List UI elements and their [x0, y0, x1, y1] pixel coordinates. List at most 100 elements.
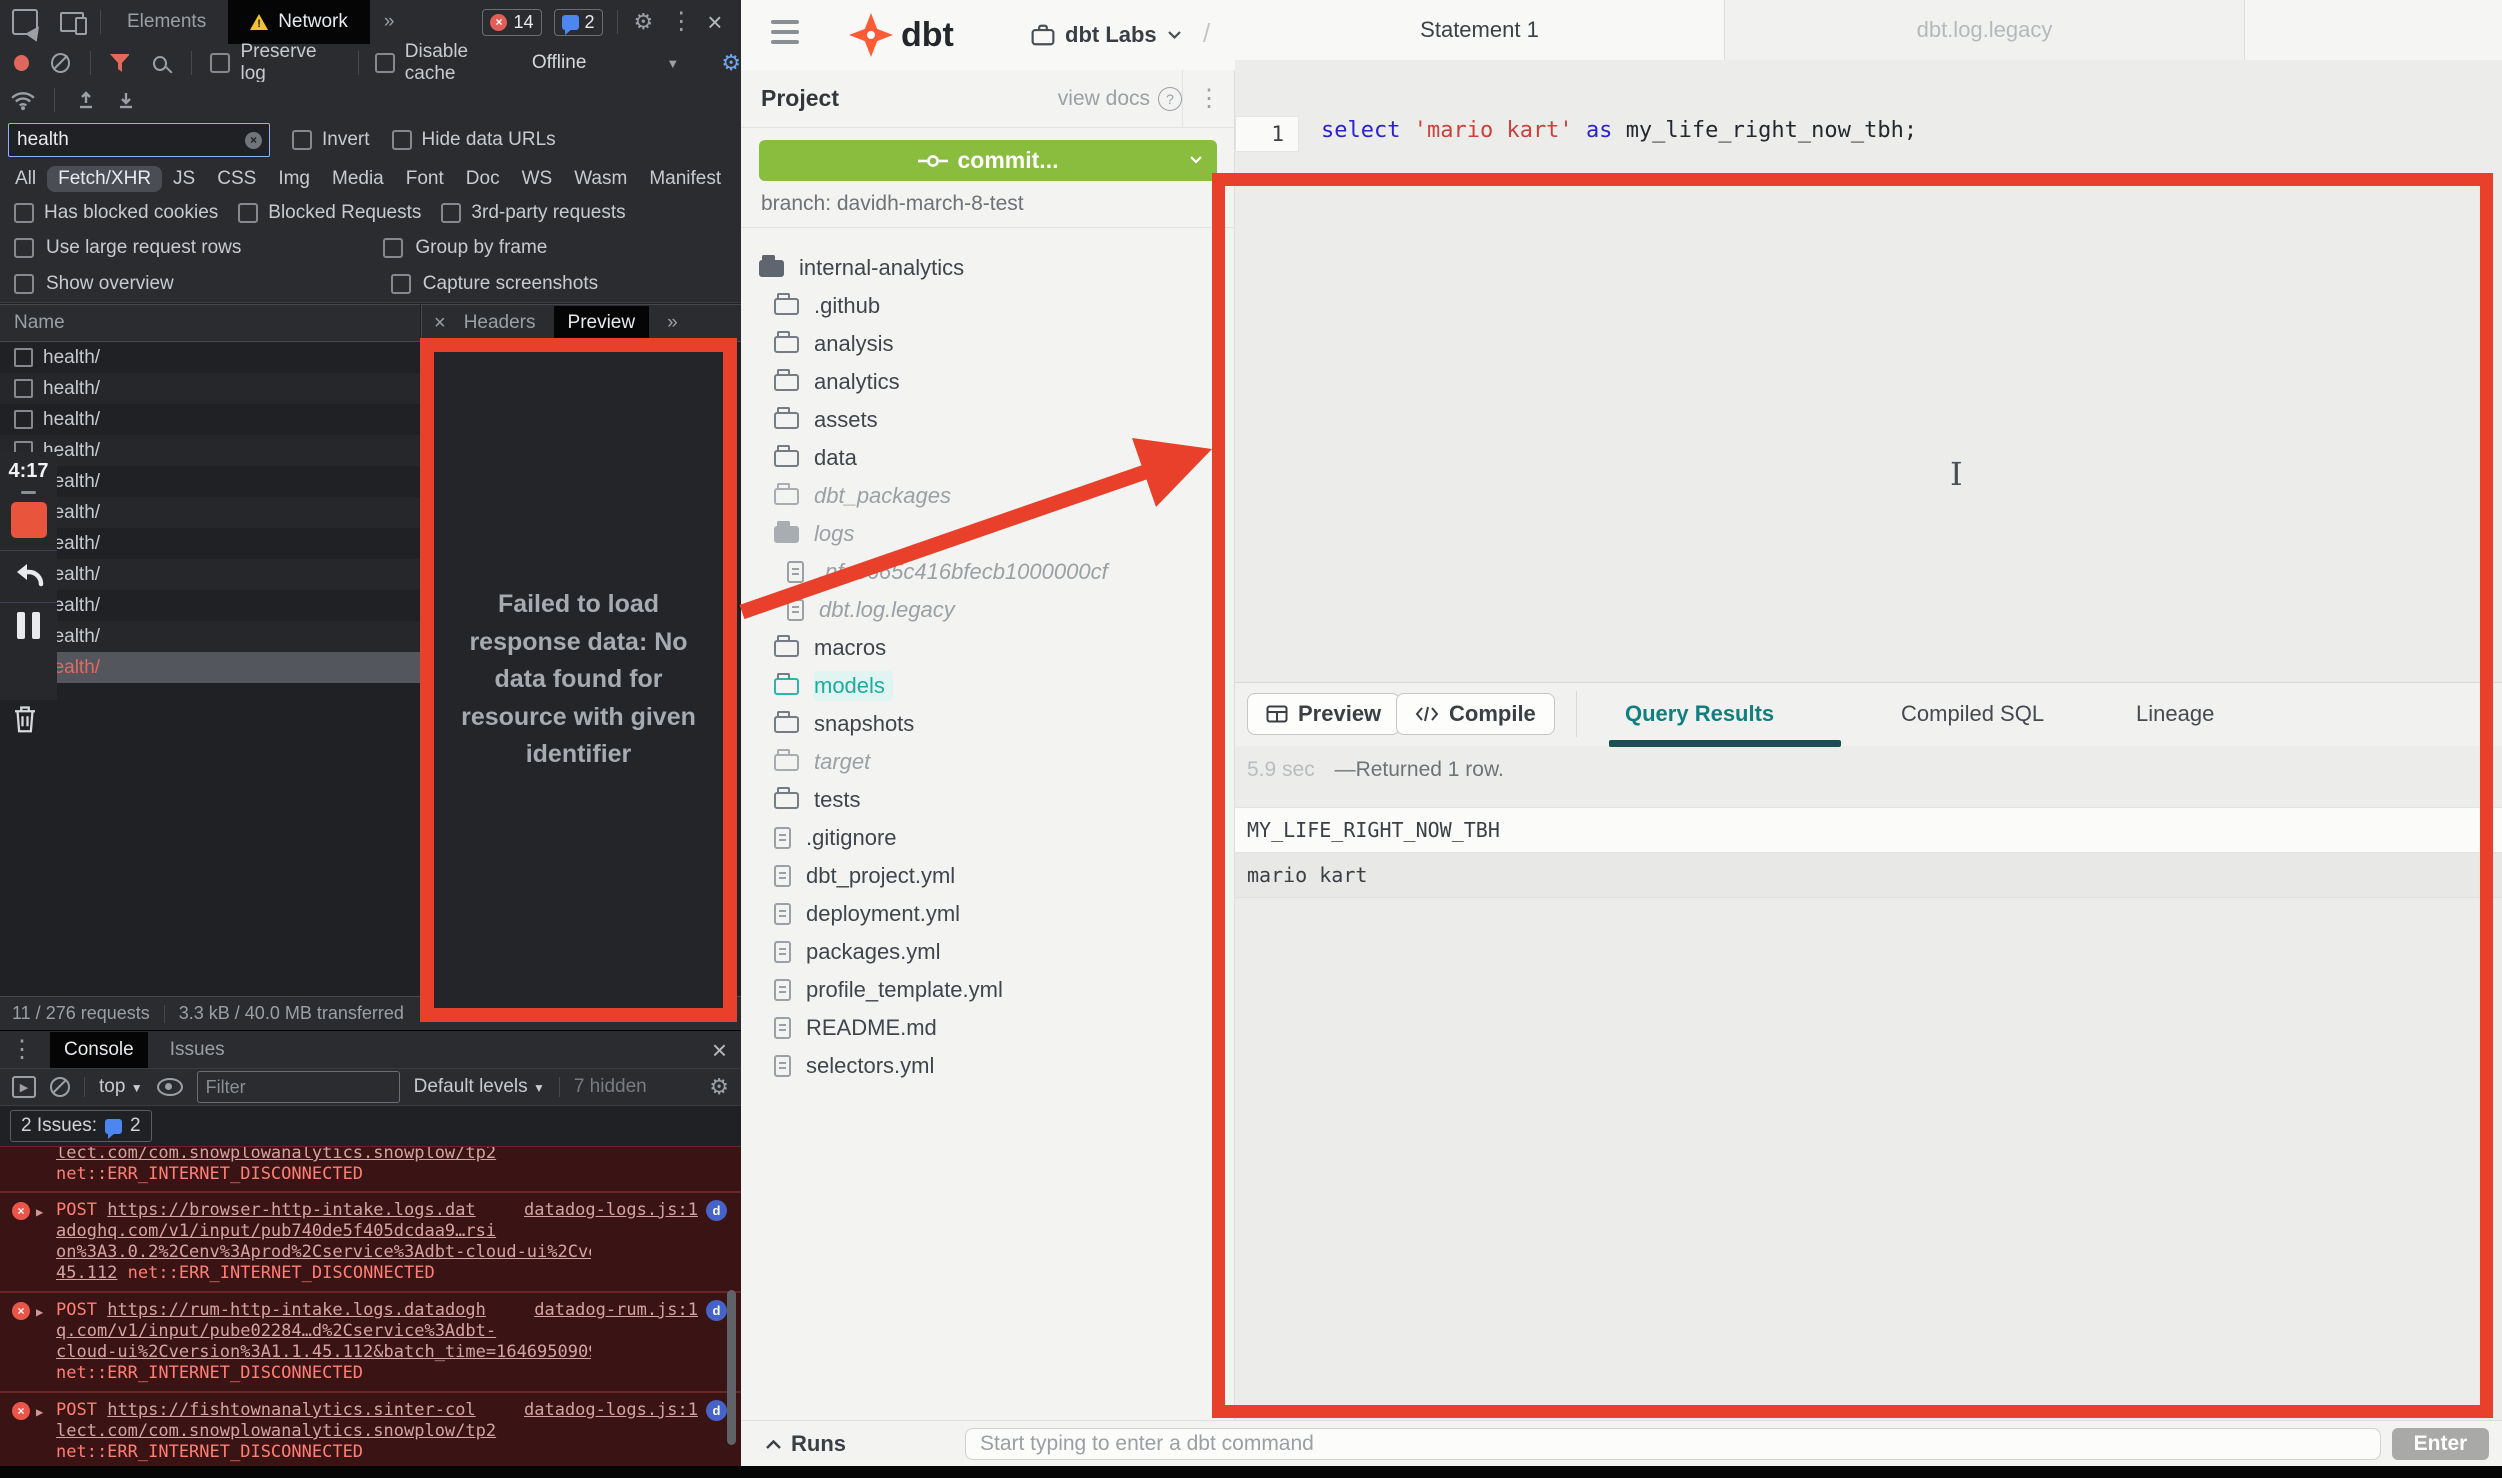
throttling-select[interactable]: Offline: [532, 52, 587, 74]
enter-button[interactable]: Enter: [2392, 1428, 2489, 1460]
restart-recording-icon[interactable]: [11, 551, 47, 602]
issues-chip[interactable]: 2 Issues: 2: [10, 1110, 152, 1142]
clear-filter-icon[interactable]: ×: [245, 132, 262, 149]
large-rows-checkbox[interactable]: [14, 238, 34, 258]
network-conditions-gear-icon[interactable]: ⚙: [721, 52, 741, 74]
tree-item-file[interactable]: deployment.yml: [741, 895, 1235, 933]
console-error-message[interactable]: lect.com/com.snowplowanalytics.snowplow/…: [0, 1146, 741, 1192]
tree-item-file[interactable]: packages.yml: [741, 933, 1235, 971]
delete-recording-icon[interactable]: [12, 705, 38, 740]
tab-issues[interactable]: Issues: [156, 1032, 239, 1068]
issues-count-badge[interactable]: 2: [554, 9, 603, 36]
stop-recording-button[interactable]: [11, 502, 47, 538]
close-devtools-icon[interactable]: ×: [707, 9, 722, 35]
requests-name-header[interactable]: Name: [0, 304, 420, 342]
console-error-message[interactable]: × ▶ POST https://rum-http-intake.logs.da…: [0, 1292, 741, 1392]
console-error-message[interactable]: × ▶ POST https://browser-http-intake.log…: [0, 1192, 741, 1292]
console-filter-input[interactable]: [197, 1071, 400, 1103]
tree-item-folder[interactable]: assets: [741, 401, 1235, 439]
clear-console-icon[interactable]: [50, 1077, 70, 1097]
import-har-icon[interactable]: [77, 89, 95, 111]
account-switcher[interactable]: dbt Labs: [1031, 22, 1182, 48]
tree-item-folder[interactable]: logs: [741, 515, 1235, 553]
request-row-selected[interactable]: health/: [0, 652, 420, 683]
filter-funnel-icon[interactable]: [109, 53, 129, 73]
tab-statement-1[interactable]: Statement 1: [1235, 0, 1725, 60]
network-filter-input[interactable]: [8, 123, 270, 157]
type-filter-wasm[interactable]: Wasm: [563, 166, 638, 192]
view-docs-link[interactable]: view docs ?: [1058, 87, 1182, 111]
search-icon[interactable]: [153, 56, 167, 71]
expand-caret-icon[interactable]: ▶: [36, 1302, 43, 1323]
tree-item-folder[interactable]: snapshots: [741, 705, 1235, 743]
blocked-cookies-checkbox[interactable]: [14, 203, 34, 223]
close-detail-icon[interactable]: ×: [434, 312, 446, 335]
type-filter-doc[interactable]: Doc: [455, 166, 511, 192]
commit-button[interactable]: commit...: [759, 140, 1217, 181]
request-row[interactable]: health/: [0, 621, 420, 652]
type-filter-img[interactable]: Img: [267, 166, 321, 192]
tab-elements[interactable]: Elements: [127, 11, 206, 33]
request-row[interactable]: health/: [0, 435, 420, 466]
preserve-log-checkbox[interactable]: [210, 53, 230, 73]
request-row[interactable]: health/: [0, 466, 420, 497]
console-error-message[interactable]: × ▶ POST https://fishtownanalytics.sinte…: [0, 1392, 741, 1471]
type-filter-font[interactable]: Font: [395, 166, 455, 192]
tree-item-folder[interactable]: target: [741, 743, 1235, 781]
console-sidebar-icon[interactable]: ▶: [12, 1076, 36, 1098]
kebab-menu-icon[interactable]: ⋮: [669, 10, 693, 34]
request-row[interactable]: health/: [0, 342, 420, 373]
tab-preview[interactable]: Preview: [554, 306, 650, 340]
tree-item-folder[interactable]: dbt_packages: [741, 477, 1235, 515]
request-row[interactable]: health/: [0, 590, 420, 621]
type-filter-fetch[interactable]: Fetch/XHR: [47, 166, 162, 192]
device-toolbar-icon[interactable]: [60, 12, 84, 32]
pause-recording-icon[interactable]: [17, 603, 40, 648]
blocked-requests-checkbox[interactable]: [238, 203, 258, 223]
tree-item-folder[interactable]: data: [741, 439, 1235, 477]
expand-caret-icon[interactable]: ▶: [36, 1202, 43, 1223]
dbt-command-input[interactable]: [965, 1428, 2381, 1460]
log-levels-select[interactable]: Default levels ▼: [414, 1076, 545, 1098]
request-row[interactable]: health/: [0, 528, 420, 559]
tree-item-folder[interactable]: .github: [741, 287, 1235, 325]
request-row[interactable]: health/: [0, 373, 420, 404]
hide-data-urls-checkbox[interactable]: [392, 130, 412, 150]
capture-screenshots-checkbox[interactable]: [391, 274, 411, 294]
network-conditions-icon[interactable]: [10, 89, 36, 111]
show-overview-checkbox[interactable]: [14, 274, 34, 294]
tree-item-folder[interactable]: macros: [741, 629, 1235, 667]
third-party-checkbox[interactable]: [441, 203, 461, 223]
request-row[interactable]: health/: [0, 559, 420, 590]
disable-cache-checkbox[interactable]: [375, 53, 395, 73]
tab-dbt-log-legacy[interactable]: dbt.log.legacy: [1725, 0, 2245, 60]
recorder-minimize-icon[interactable]: [21, 491, 36, 494]
tab-headers[interactable]: Headers: [464, 312, 536, 334]
source-link[interactable]: datadog-rum.js:1: [534, 1300, 698, 1321]
expand-caret-icon[interactable]: ▶: [36, 1402, 43, 1423]
type-filter-ws[interactable]: WS: [511, 166, 564, 192]
invert-checkbox[interactable]: [292, 130, 312, 150]
tree-item-folder[interactable]: tests: [741, 781, 1235, 819]
group-by-frame-checkbox[interactable]: [383, 238, 403, 258]
tree-item-file[interactable]: dbt.log.legacy: [741, 591, 1235, 629]
record-icon[interactable]: [14, 55, 29, 71]
tab-network[interactable]: ! Network: [228, 0, 370, 44]
throttling-chevron-icon[interactable]: ▼: [666, 56, 679, 71]
console-context-select[interactable]: top ▼: [99, 1076, 143, 1098]
source-link[interactable]: datadog-logs.js:1: [524, 1400, 698, 1421]
tree-item-file[interactable]: selectors.yml: [741, 1047, 1235, 1085]
tree-item-file[interactable]: profile_template.yml: [741, 971, 1235, 1009]
more-detail-tabs-icon[interactable]: »: [667, 312, 678, 334]
tree-item-folder[interactable]: analytics: [741, 363, 1235, 401]
tab-console[interactable]: Console: [50, 1032, 148, 1068]
type-filter-manifest[interactable]: Manifest: [638, 166, 732, 192]
tree-item-file[interactable]: .nfs3665c416bfecb1000000cf: [741, 553, 1235, 591]
error-count-badge[interactable]: × 14: [482, 9, 541, 36]
tree-item-folder[interactable]: internal-analytics: [741, 249, 1235, 287]
request-row[interactable]: health/: [0, 404, 420, 435]
drawer-kebab-icon[interactable]: ⋮: [10, 1038, 34, 1062]
console-scrollbar[interactable]: [727, 1290, 736, 1445]
tree-item-folder[interactable]: analysis: [741, 325, 1235, 363]
request-row[interactable]: health/: [0, 497, 420, 528]
